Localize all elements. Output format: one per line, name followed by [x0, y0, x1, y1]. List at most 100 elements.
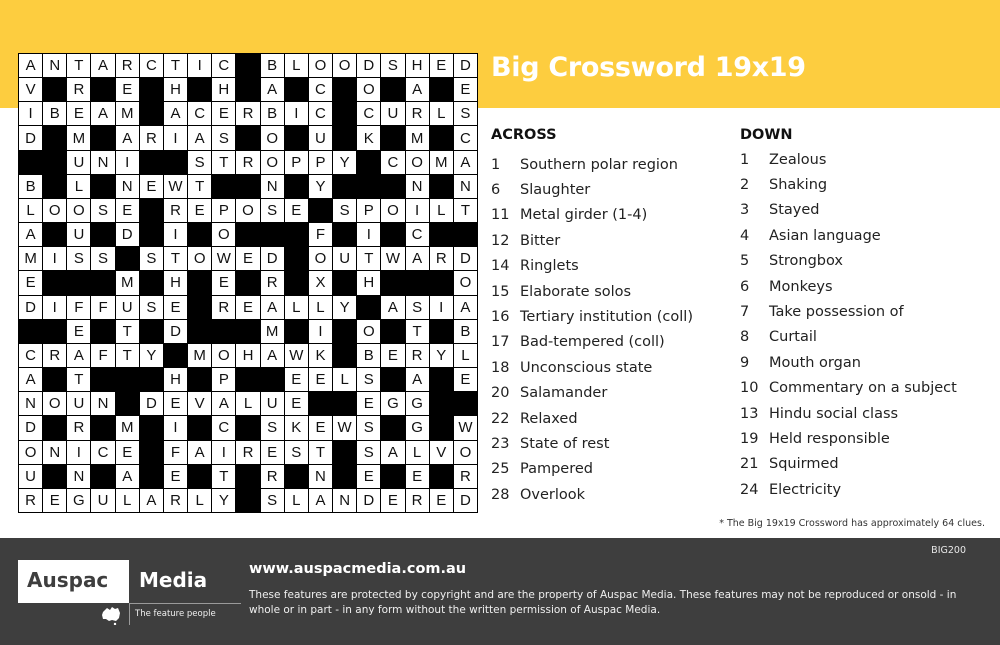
- grid-cell[interactable]: N: [115, 174, 139, 198]
- grid-cell[interactable]: N: [405, 174, 429, 198]
- grid-cell[interactable]: O: [212, 343, 236, 368]
- grid-cell[interactable]: I: [67, 440, 91, 464]
- grid-cell[interactable]: S: [91, 247, 115, 271]
- grid-cell[interactable]: A: [188, 440, 212, 464]
- grid-cell[interactable]: R: [236, 440, 260, 464]
- grid-cell[interactable]: F: [308, 223, 333, 247]
- grid-cell[interactable]: R: [260, 464, 284, 488]
- grid-cell[interactable]: I: [43, 247, 67, 271]
- grid-cell[interactable]: R: [405, 488, 429, 512]
- grid-cell[interactable]: P: [212, 198, 236, 223]
- grid-cell[interactable]: R: [260, 271, 284, 295]
- grid-cell[interactable]: R: [405, 343, 429, 368]
- grid-cell[interactable]: A: [91, 54, 115, 78]
- grid-cell[interactable]: O: [357, 78, 381, 102]
- grid-cell[interactable]: S: [381, 54, 405, 78]
- grid-cell[interactable]: A: [260, 343, 284, 368]
- grid-cell[interactable]: R: [429, 247, 453, 271]
- grid-cell[interactable]: T: [405, 319, 429, 343]
- grid-cell[interactable]: N: [67, 464, 91, 488]
- grid-cell[interactable]: I: [43, 295, 67, 319]
- grid-cell[interactable]: I: [405, 198, 429, 223]
- grid-cell[interactable]: F: [67, 295, 91, 319]
- grid-cell[interactable]: A: [19, 223, 43, 247]
- grid-cell[interactable]: E: [284, 198, 308, 223]
- grid-cell[interactable]: C: [91, 440, 115, 464]
- grid-cell[interactable]: D: [453, 488, 477, 512]
- grid-cell[interactable]: U: [67, 392, 91, 416]
- grid-cell[interactable]: L: [429, 198, 453, 223]
- grid-cell[interactable]: N: [260, 174, 284, 198]
- grid-cell[interactable]: C: [308, 78, 333, 102]
- grid-cell[interactable]: C: [139, 54, 163, 78]
- grid-cell[interactable]: C: [357, 102, 381, 126]
- grid-cell[interactable]: E: [284, 368, 308, 392]
- grid-cell[interactable]: D: [357, 54, 381, 78]
- grid-cell[interactable]: W: [453, 416, 477, 440]
- grid-cell[interactable]: Y: [139, 343, 163, 368]
- grid-cell[interactable]: E: [453, 368, 477, 392]
- grid-cell[interactable]: E: [236, 295, 260, 319]
- grid-cell[interactable]: Y: [333, 150, 357, 174]
- grid-cell[interactable]: F: [163, 440, 188, 464]
- grid-cell[interactable]: U: [308, 126, 333, 150]
- grid-cell[interactable]: R: [212, 295, 236, 319]
- grid-cell[interactable]: M: [405, 126, 429, 150]
- grid-cell[interactable]: R: [453, 464, 477, 488]
- grid-cell[interactable]: H: [163, 78, 188, 102]
- grid-cell[interactable]: I: [163, 223, 188, 247]
- grid-cell[interactable]: B: [453, 319, 477, 343]
- grid-cell[interactable]: L: [284, 295, 308, 319]
- grid-cell[interactable]: H: [163, 368, 188, 392]
- grid-cell[interactable]: E: [115, 440, 139, 464]
- grid-cell[interactable]: O: [308, 54, 333, 78]
- grid-cell[interactable]: A: [188, 126, 212, 150]
- grid-cell[interactable]: C: [19, 343, 43, 368]
- grid-cell[interactable]: P: [357, 198, 381, 223]
- grid-cell[interactable]: K: [284, 416, 308, 440]
- grid-cell[interactable]: M: [67, 126, 91, 150]
- grid-cell[interactable]: W: [381, 247, 405, 271]
- grid-cell[interactable]: A: [405, 78, 429, 102]
- grid-cell[interactable]: X: [308, 271, 333, 295]
- grid-cell[interactable]: E: [405, 464, 429, 488]
- grid-cell[interactable]: U: [333, 247, 357, 271]
- grid-cell[interactable]: C: [188, 102, 212, 126]
- grid-cell[interactable]: E: [284, 392, 308, 416]
- grid-cell[interactable]: S: [260, 416, 284, 440]
- grid-cell[interactable]: A: [405, 368, 429, 392]
- grid-cell[interactable]: T: [308, 440, 333, 464]
- grid-cell[interactable]: C: [308, 102, 333, 126]
- grid-cell[interactable]: T: [115, 319, 139, 343]
- grid-cell[interactable]: A: [139, 488, 163, 512]
- grid-cell[interactable]: E: [43, 488, 67, 512]
- grid-cell[interactable]: M: [115, 416, 139, 440]
- grid-cell[interactable]: L: [453, 343, 477, 368]
- grid-cell[interactable]: U: [91, 488, 115, 512]
- grid-cell[interactable]: R: [163, 198, 188, 223]
- grid-cell[interactable]: G: [381, 392, 405, 416]
- grid-cell[interactable]: S: [212, 126, 236, 150]
- grid-cell[interactable]: D: [115, 223, 139, 247]
- grid-cell[interactable]: E: [163, 392, 188, 416]
- grid-cell[interactable]: V: [19, 78, 43, 102]
- grid-cell[interactable]: E: [19, 271, 43, 295]
- grid-cell[interactable]: A: [381, 295, 405, 319]
- grid-cell[interactable]: I: [357, 223, 381, 247]
- grid-cell[interactable]: O: [43, 198, 67, 223]
- grid-cell[interactable]: E: [188, 198, 212, 223]
- grid-cell[interactable]: O: [19, 440, 43, 464]
- grid-cell[interactable]: N: [43, 440, 67, 464]
- grid-cell[interactable]: T: [163, 54, 188, 78]
- grid-cell[interactable]: V: [188, 392, 212, 416]
- grid-cell[interactable]: D: [453, 247, 477, 271]
- grid-cell[interactable]: S: [260, 488, 284, 512]
- grid-cell[interactable]: L: [188, 488, 212, 512]
- grid-cell[interactable]: H: [236, 343, 260, 368]
- grid-cell[interactable]: E: [357, 464, 381, 488]
- grid-cell[interactable]: T: [212, 464, 236, 488]
- grid-cell[interactable]: O: [212, 223, 236, 247]
- grid-cell[interactable]: O: [333, 54, 357, 78]
- grid-cell[interactable]: S: [139, 247, 163, 271]
- grid-cell[interactable]: I: [308, 319, 333, 343]
